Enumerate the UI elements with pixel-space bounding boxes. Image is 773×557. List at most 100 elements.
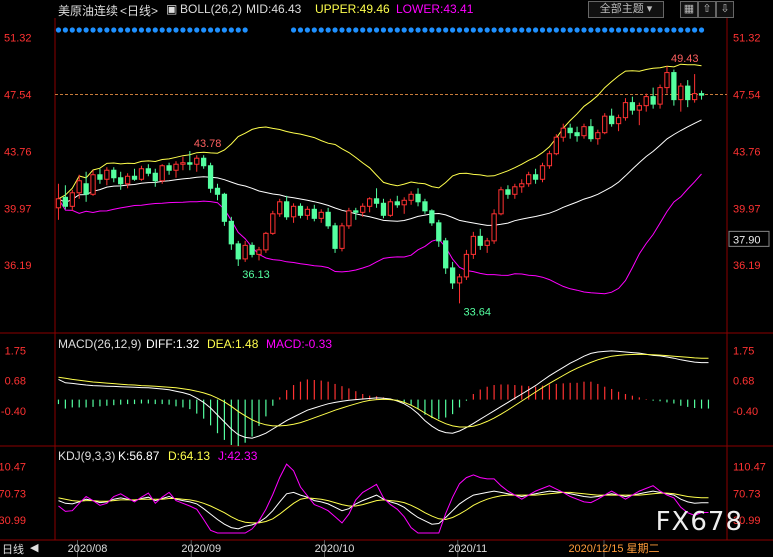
period-tab[interactable]: 日线 — [2, 541, 24, 557]
macd-y-tick-right: 0.68 — [733, 376, 754, 388]
event-marker-dot — [629, 27, 635, 33]
boll-icon[interactable]: ▣ — [166, 2, 177, 16]
macd-histogram-value: MACD:-0.33 — [266, 337, 333, 351]
event-marker-dot — [692, 27, 698, 33]
macd-y-tick-left: 1.75 — [5, 346, 26, 358]
event-marker-dot — [491, 27, 497, 33]
arrow-up-icon[interactable]: ⇧ — [698, 1, 716, 18]
candle-body — [332, 225, 338, 249]
candle-body — [691, 93, 698, 101]
event-marker-dot — [325, 27, 331, 33]
event-marker-dot — [332, 27, 338, 33]
event-marker-dot — [339, 27, 345, 33]
candle-body — [318, 211, 324, 219]
candle-body — [69, 192, 75, 207]
candle-body — [484, 240, 490, 246]
event-marker-dot — [360, 27, 366, 33]
event-marker-dot — [235, 27, 241, 33]
kdj-y-tick-left: 30.99 — [0, 515, 26, 527]
y-tick-label-right: 47.54 — [733, 90, 761, 102]
candle-body — [263, 232, 269, 251]
boll-lower-line — [58, 173, 702, 295]
event-marker-dot — [636, 27, 642, 33]
event-marker-dot — [166, 27, 172, 33]
candle-body — [664, 72, 670, 89]
macd-dea-value: DEA:1.48 — [207, 337, 259, 351]
candle-body — [373, 198, 380, 204]
candle-body — [201, 157, 207, 167]
chart-canvas: 51.32 51.32 47.54 47.54 43.76 43.76 39.97 39.97… — [0, 18, 773, 557]
candle-body — [643, 96, 649, 107]
event-marker-dot — [567, 27, 573, 33]
event-marker-dot — [131, 27, 138, 33]
event-marker-dot — [415, 27, 421, 33]
candle-body — [567, 127, 573, 134]
kdj-k-value: K:56.87 — [118, 449, 160, 463]
candle-body — [207, 165, 214, 189]
x-date-label: 2020/09 — [181, 543, 221, 555]
event-marker-dot — [560, 27, 566, 33]
candle-body — [574, 132, 580, 137]
event-marker-dot — [290, 27, 297, 33]
event-marker-dot — [83, 27, 89, 33]
candle-body — [131, 175, 138, 180]
macd-y-tick-right: -0.40 — [733, 406, 758, 418]
event-marker-dot — [394, 27, 400, 33]
event-marker-dot — [367, 27, 373, 33]
kdj-y-tick-right: 70.73 — [733, 488, 761, 500]
event-marker-dot — [69, 27, 75, 33]
candle-body — [138, 168, 145, 180]
event-marker-dot — [671, 27, 677, 33]
event-marker-dot — [138, 27, 145, 33]
event-marker-dot — [401, 27, 407, 33]
event-marker-dot — [436, 27, 442, 33]
theme-select-button[interactable]: 全部主题 ▾ — [588, 1, 664, 18]
event-marker-dot — [622, 27, 629, 33]
event-marker-dot — [595, 27, 601, 33]
event-marker-dot — [145, 27, 151, 33]
candle-body — [553, 136, 559, 155]
candle-body — [256, 249, 262, 255]
event-marker-dot — [657, 27, 663, 33]
candle-body — [55, 198, 62, 209]
event-marker-dot — [346, 27, 352, 33]
candle-body — [353, 210, 359, 213]
candle-body — [387, 201, 394, 216]
macd-y-tick-right: 1.75 — [733, 346, 754, 358]
candle-body — [408, 193, 414, 201]
event-marker-dot — [685, 27, 691, 33]
scroll-left-icon[interactable]: ◀ — [30, 541, 38, 554]
candle-body — [277, 201, 283, 215]
candle-body — [415, 193, 421, 203]
candle-body — [97, 174, 103, 180]
event-marker-dot — [519, 27, 525, 33]
macd-diff-value: DIFF:1.32 — [146, 337, 200, 351]
candle-body — [360, 205, 366, 213]
candle-body — [284, 201, 290, 218]
kdj-y-tick-right: 110.47 — [733, 461, 766, 473]
candle-body — [532, 174, 539, 180]
kdj-k-line — [58, 490, 709, 530]
arrow-down-icon[interactable]: ⇩ — [716, 1, 734, 18]
grid-icon[interactable]: ▦ — [680, 1, 698, 18]
candle-body — [671, 72, 677, 101]
x-date-label: 2020/10 — [315, 543, 355, 555]
candle-body — [366, 198, 373, 207]
event-marker-dot — [429, 27, 435, 33]
candle-body — [443, 240, 449, 269]
macd-label: MACD(26,12,9) — [58, 337, 142, 351]
event-marker-dot — [353, 27, 359, 33]
boll-mid-value: MID:46.43 — [246, 2, 302, 16]
event-marker-dot — [450, 27, 456, 33]
event-marker-dot — [526, 27, 532, 33]
candle-body — [118, 177, 124, 185]
event-marker-dot — [581, 27, 587, 33]
macd-y-tick-left: 0.68 — [5, 376, 26, 388]
candle-body — [290, 205, 297, 218]
event-marker-dot — [152, 27, 158, 33]
period-label[interactable]: <日线> — [120, 2, 158, 19]
event-marker-dot — [539, 27, 546, 33]
kdj-label: KDJ(9,3,3) — [58, 449, 116, 463]
event-marker-dot — [443, 27, 449, 33]
event-marker-dot — [173, 27, 179, 33]
